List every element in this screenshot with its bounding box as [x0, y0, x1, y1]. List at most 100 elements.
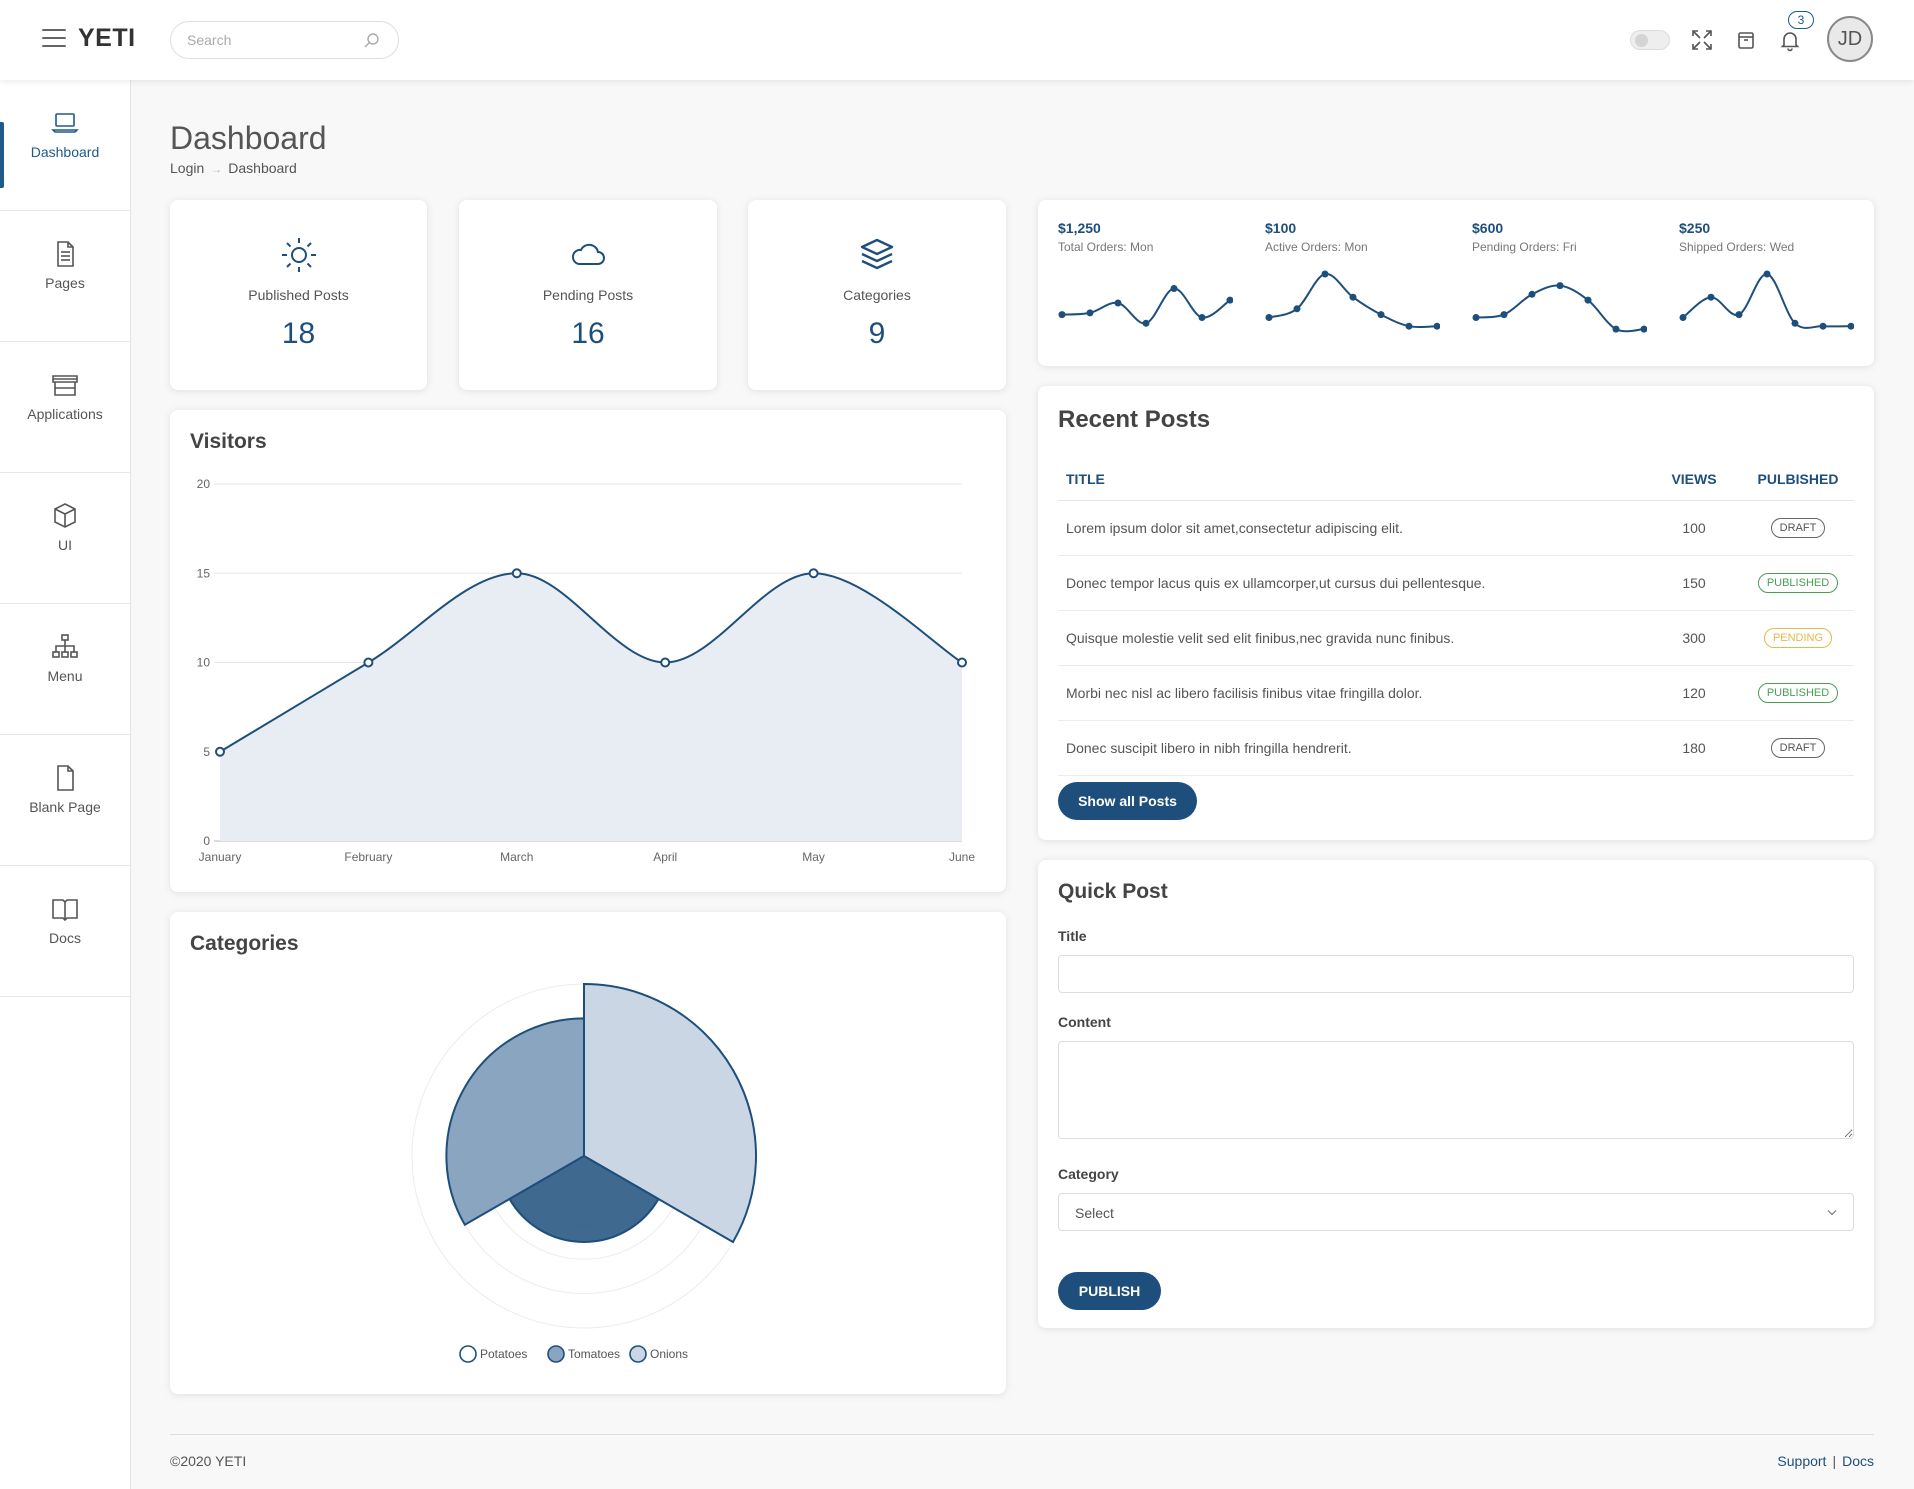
layers-icon	[860, 238, 894, 270]
cloud-icon	[571, 243, 605, 265]
bell-icon[interactable]	[1778, 28, 1802, 52]
data-point[interactable]	[660, 657, 671, 668]
post-views: 300	[1646, 610, 1742, 666]
y-tick-label: 15	[197, 566, 211, 580]
sparkline-point	[1293, 305, 1301, 313]
chevron-down-icon	[1827, 1210, 1837, 1216]
data-point[interactable]	[808, 568, 819, 579]
post-title: Quisque molestie velit sed elit finibus,…	[1058, 610, 1646, 666]
sparkline-point	[1349, 293, 1357, 301]
fullscreen-icon[interactable]	[1690, 28, 1714, 52]
sparkline-point	[1500, 311, 1508, 319]
table-row[interactable]: Lorem ipsum dolor sit amet,consectetur a…	[1058, 500, 1854, 556]
page-title: Dashboard	[170, 120, 327, 156]
y-tick-label: 0	[203, 834, 210, 848]
archive-icon[interactable]	[1734, 28, 1758, 52]
content-textarea[interactable]	[1058, 1041, 1854, 1139]
data-point[interactable]	[363, 657, 374, 668]
category-field-label: Category	[1058, 1166, 1119, 1182]
legend-label[interactable]: Onions	[650, 1347, 688, 1361]
sidebar-item-docs[interactable]: Docs	[0, 894, 130, 997]
legend-swatch	[547, 1345, 565, 1363]
table-row[interactable]: Quisque molestie velit sed elit finibus,…	[1058, 610, 1854, 666]
search-icon[interactable]	[363, 32, 381, 50]
footer-link-support[interactable]: Support	[1777, 1453, 1826, 1469]
toggle-knob	[1635, 34, 1648, 47]
sparkline-point	[1584, 296, 1592, 304]
sidebar-item-pages[interactable]: Pages	[0, 239, 130, 342]
table-row[interactable]: Donec suscipit libero in nibh fringilla …	[1058, 720, 1854, 776]
stat-value: 16	[571, 317, 605, 350]
notification-count-badge: 3	[1788, 11, 1814, 29]
breadcrumb: Login → Dashboard	[170, 160, 297, 176]
sparkline-point	[1556, 282, 1564, 290]
sparkline-point	[1142, 319, 1150, 327]
sparkline-point	[1377, 311, 1385, 319]
sparkline-label: Shipped Orders: Wed	[1679, 240, 1795, 254]
visitors-card: Visitors 0 5 10 15 20 January February March Apr…	[170, 410, 1006, 892]
column-header-published[interactable]: PULBISHED	[1742, 458, 1854, 501]
sidebar-item-label: Menu	[47, 668, 83, 684]
sparkline-total-orders: $1,250 Total Orders: Mon	[1058, 220, 1248, 327]
stat-card-published-posts: Published Posts 18	[170, 200, 427, 390]
title-input[interactable]	[1058, 955, 1854, 993]
footer-link-docs[interactable]: Docs	[1842, 1453, 1874, 1469]
post-views: 180	[1646, 720, 1742, 776]
post-title: Donec suscipit libero in nibh fringilla …	[1058, 720, 1646, 776]
x-tick-label: April	[653, 850, 677, 864]
stat-value: 18	[281, 317, 316, 350]
stat-card-pending-posts: Pending Posts 16	[459, 200, 717, 390]
column-header-title[interactable]: TITLE	[1058, 458, 1646, 501]
sparkline-value: $600	[1472, 220, 1504, 236]
data-point[interactable]	[957, 657, 967, 668]
app-logo[interactable]: YETI	[78, 24, 136, 53]
sun-icon	[281, 238, 316, 272]
sidebar-item-ui[interactable]: UI	[0, 501, 130, 604]
breadcrumb-current: Dashboard	[228, 160, 297, 176]
sparkline-label: Total Orders: Mon	[1058, 240, 1154, 254]
table-row[interactable]: Morbi nec nisl ac libero facilisis finib…	[1058, 665, 1854, 721]
sparkline-label: Pending Orders: Fri	[1472, 240, 1577, 254]
status-badge: DRAFT	[1770, 737, 1826, 758]
categories-polar-chart: Potatoes Tomatoes Onions	[411, 982, 757, 1363]
table-row[interactable]: Donec tempor lacus quis ex ullamcorper,u…	[1058, 555, 1854, 611]
x-tick-label: March	[500, 850, 533, 864]
sparkline-point	[1819, 322, 1827, 330]
legend-label[interactable]: Tomatoes	[568, 1347, 620, 1361]
sparkline-value: $250	[1679, 220, 1711, 236]
category-select[interactable]: Select	[1058, 1193, 1854, 1231]
sidebar-item-applications[interactable]: Applications	[0, 370, 130, 473]
sparkline-chart	[1265, 270, 1440, 330]
sidebar-item-blank-page[interactable]: Blank Page	[0, 763, 130, 866]
sidebar-item-dashboard[interactable]: Dashboard	[0, 108, 130, 211]
sparkline-point	[1640, 325, 1647, 333]
category-select-value: Select	[1075, 1205, 1114, 1221]
cube-icon	[54, 503, 76, 528]
menu-icon[interactable]	[42, 29, 66, 49]
sparkline-point	[1198, 314, 1206, 321]
store-icon	[52, 375, 78, 396]
column-header-views[interactable]: VIEWS	[1646, 458, 1742, 501]
status-badge: PUBLISHED	[1757, 572, 1839, 593]
show-all-posts-button[interactable]: Show all Posts	[1058, 782, 1197, 820]
post-title: Donec tempor lacus quis ex ullamcorper,u…	[1058, 555, 1646, 611]
breadcrumb-link-login[interactable]: Login	[170, 160, 204, 176]
search-input[interactable]	[187, 22, 367, 58]
status-badge: PUBLISHED	[1757, 682, 1839, 703]
data-point[interactable]	[215, 746, 225, 757]
recent-posts-table: TITLE VIEWS PULBISHED Lorem ipsum dolor …	[1058, 458, 1854, 776]
document-icon	[57, 241, 74, 267]
data-point[interactable]	[511, 568, 522, 579]
theme-toggle-switch[interactable]	[1630, 30, 1670, 50]
publish-button[interactable]: PUBLISH	[1058, 1272, 1161, 1310]
sparkline-point	[1086, 309, 1094, 317]
sidebar-item-menu[interactable]: Menu	[0, 632, 130, 735]
sparkline-point	[1735, 311, 1743, 319]
recent-posts-card: Recent Posts TITLE VIEWS PULBISHED Lorem…	[1038, 386, 1874, 840]
sparkline-point	[1528, 290, 1536, 298]
book-icon	[52, 899, 78, 922]
legend-label[interactable]: Potatoes	[480, 1347, 527, 1361]
sparkline-point	[1433, 322, 1440, 330]
user-avatar[interactable]: JD	[1827, 16, 1873, 62]
sparkline-pending-orders: $600 Pending Orders: Fri	[1472, 220, 1662, 333]
